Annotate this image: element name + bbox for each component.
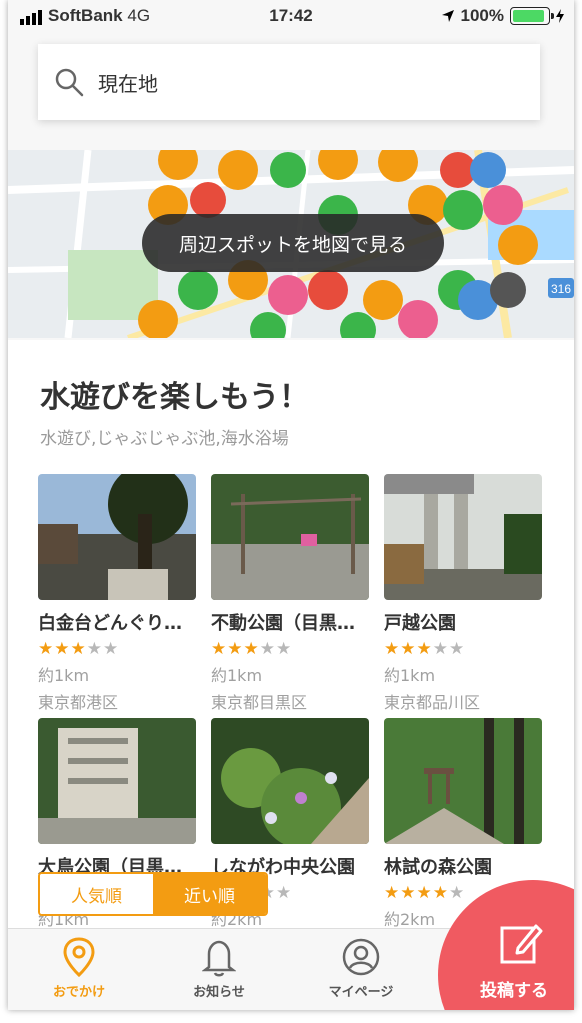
tab-label: おでかけ — [52, 985, 105, 1000]
spot-area: 東京都港区 — [38, 693, 119, 712]
rating-stars: ★★★★★ — [384, 639, 466, 659]
status-bar: SoftBank 4G 17:42 100% — [8, 0, 574, 34]
search-input[interactable]: 現在地 — [98, 68, 158, 97]
tab-outing[interactable]: おでかけ — [24, 937, 134, 1000]
spot-name: 戸越公園 — [384, 613, 456, 634]
sort-nearby-button[interactable]: 近い順 — [153, 874, 266, 914]
tab-label: マイページ — [328, 985, 394, 1000]
tab-notices[interactable]: お知らせ — [164, 937, 274, 1000]
spot-photo — [211, 718, 369, 844]
user-icon — [342, 938, 380, 976]
rating-stars: ★★★★★ — [211, 639, 293, 659]
spot-photo — [384, 474, 542, 600]
spot-name: 不動公園（目黒… — [211, 613, 355, 634]
spot-section: 水遊びを楽しもう！ 水遊び,じゃぶじゃぶ池,海水浴場 白金台どんぐり… ★★★★… — [8, 340, 574, 930]
spot-photo — [38, 718, 196, 844]
app-screen: SoftBank 4G 17:42 100% 現在地 316 周辺スポットを地図… — [8, 0, 574, 1010]
charging-icon — [556, 9, 564, 23]
spot-photo — [211, 474, 369, 600]
location-arrow-icon — [441, 10, 454, 22]
rating-stars: ★★★★★ — [38, 639, 120, 659]
spot-distance: 約1km — [384, 666, 436, 685]
spot-area: 東京都品川区 — [384, 693, 481, 712]
spot-photo — [38, 474, 196, 600]
spot-distance: 約1km — [38, 666, 90, 685]
search-icon — [55, 68, 84, 97]
section-subtitle: 水遊び,じゃぶじゃぶ池,海水浴場 — [40, 429, 289, 449]
sort-toggle: 人気順 近い順 — [38, 872, 268, 916]
post-label: 投稿する — [480, 981, 548, 1001]
location-search-bar[interactable]: 現在地 — [38, 44, 540, 120]
spot-name: 林試の森公園 — [384, 857, 492, 878]
spot-area: 東京都目黒区 — [211, 693, 308, 712]
spot-card[interactable]: 不動公園（目黒… ★★★★★ 約1km 東京都目黒区 — [211, 474, 369, 713]
section-title: 水遊びを楽しもう！ — [40, 380, 310, 415]
tab-label: お知らせ — [193, 985, 245, 1000]
bell-icon — [202, 940, 236, 977]
battery-percent: 100% — [460, 6, 504, 25]
view-nearby-map-button[interactable]: 周辺スポットを地図で見る — [142, 214, 444, 272]
spot-card[interactable]: 戸越公園 ★★★★★ 約1km 東京都品川区 — [384, 474, 542, 713]
spot-distance: 約1km — [211, 666, 263, 685]
spot-card[interactable]: 白金台どんぐり… ★★★★★ 約1km 東京都港区 — [38, 474, 196, 713]
spot-name: 白金台どんぐり… — [38, 613, 182, 634]
map-pin-icon — [63, 937, 95, 977]
road-badge: 316 — [551, 282, 571, 296]
edit-icon — [500, 924, 543, 964]
tab-mypage[interactable]: マイページ — [306, 937, 416, 1000]
spot-photo — [384, 718, 542, 844]
battery-icon — [510, 7, 554, 25]
sort-popular-button[interactable]: 人気順 — [40, 874, 153, 914]
